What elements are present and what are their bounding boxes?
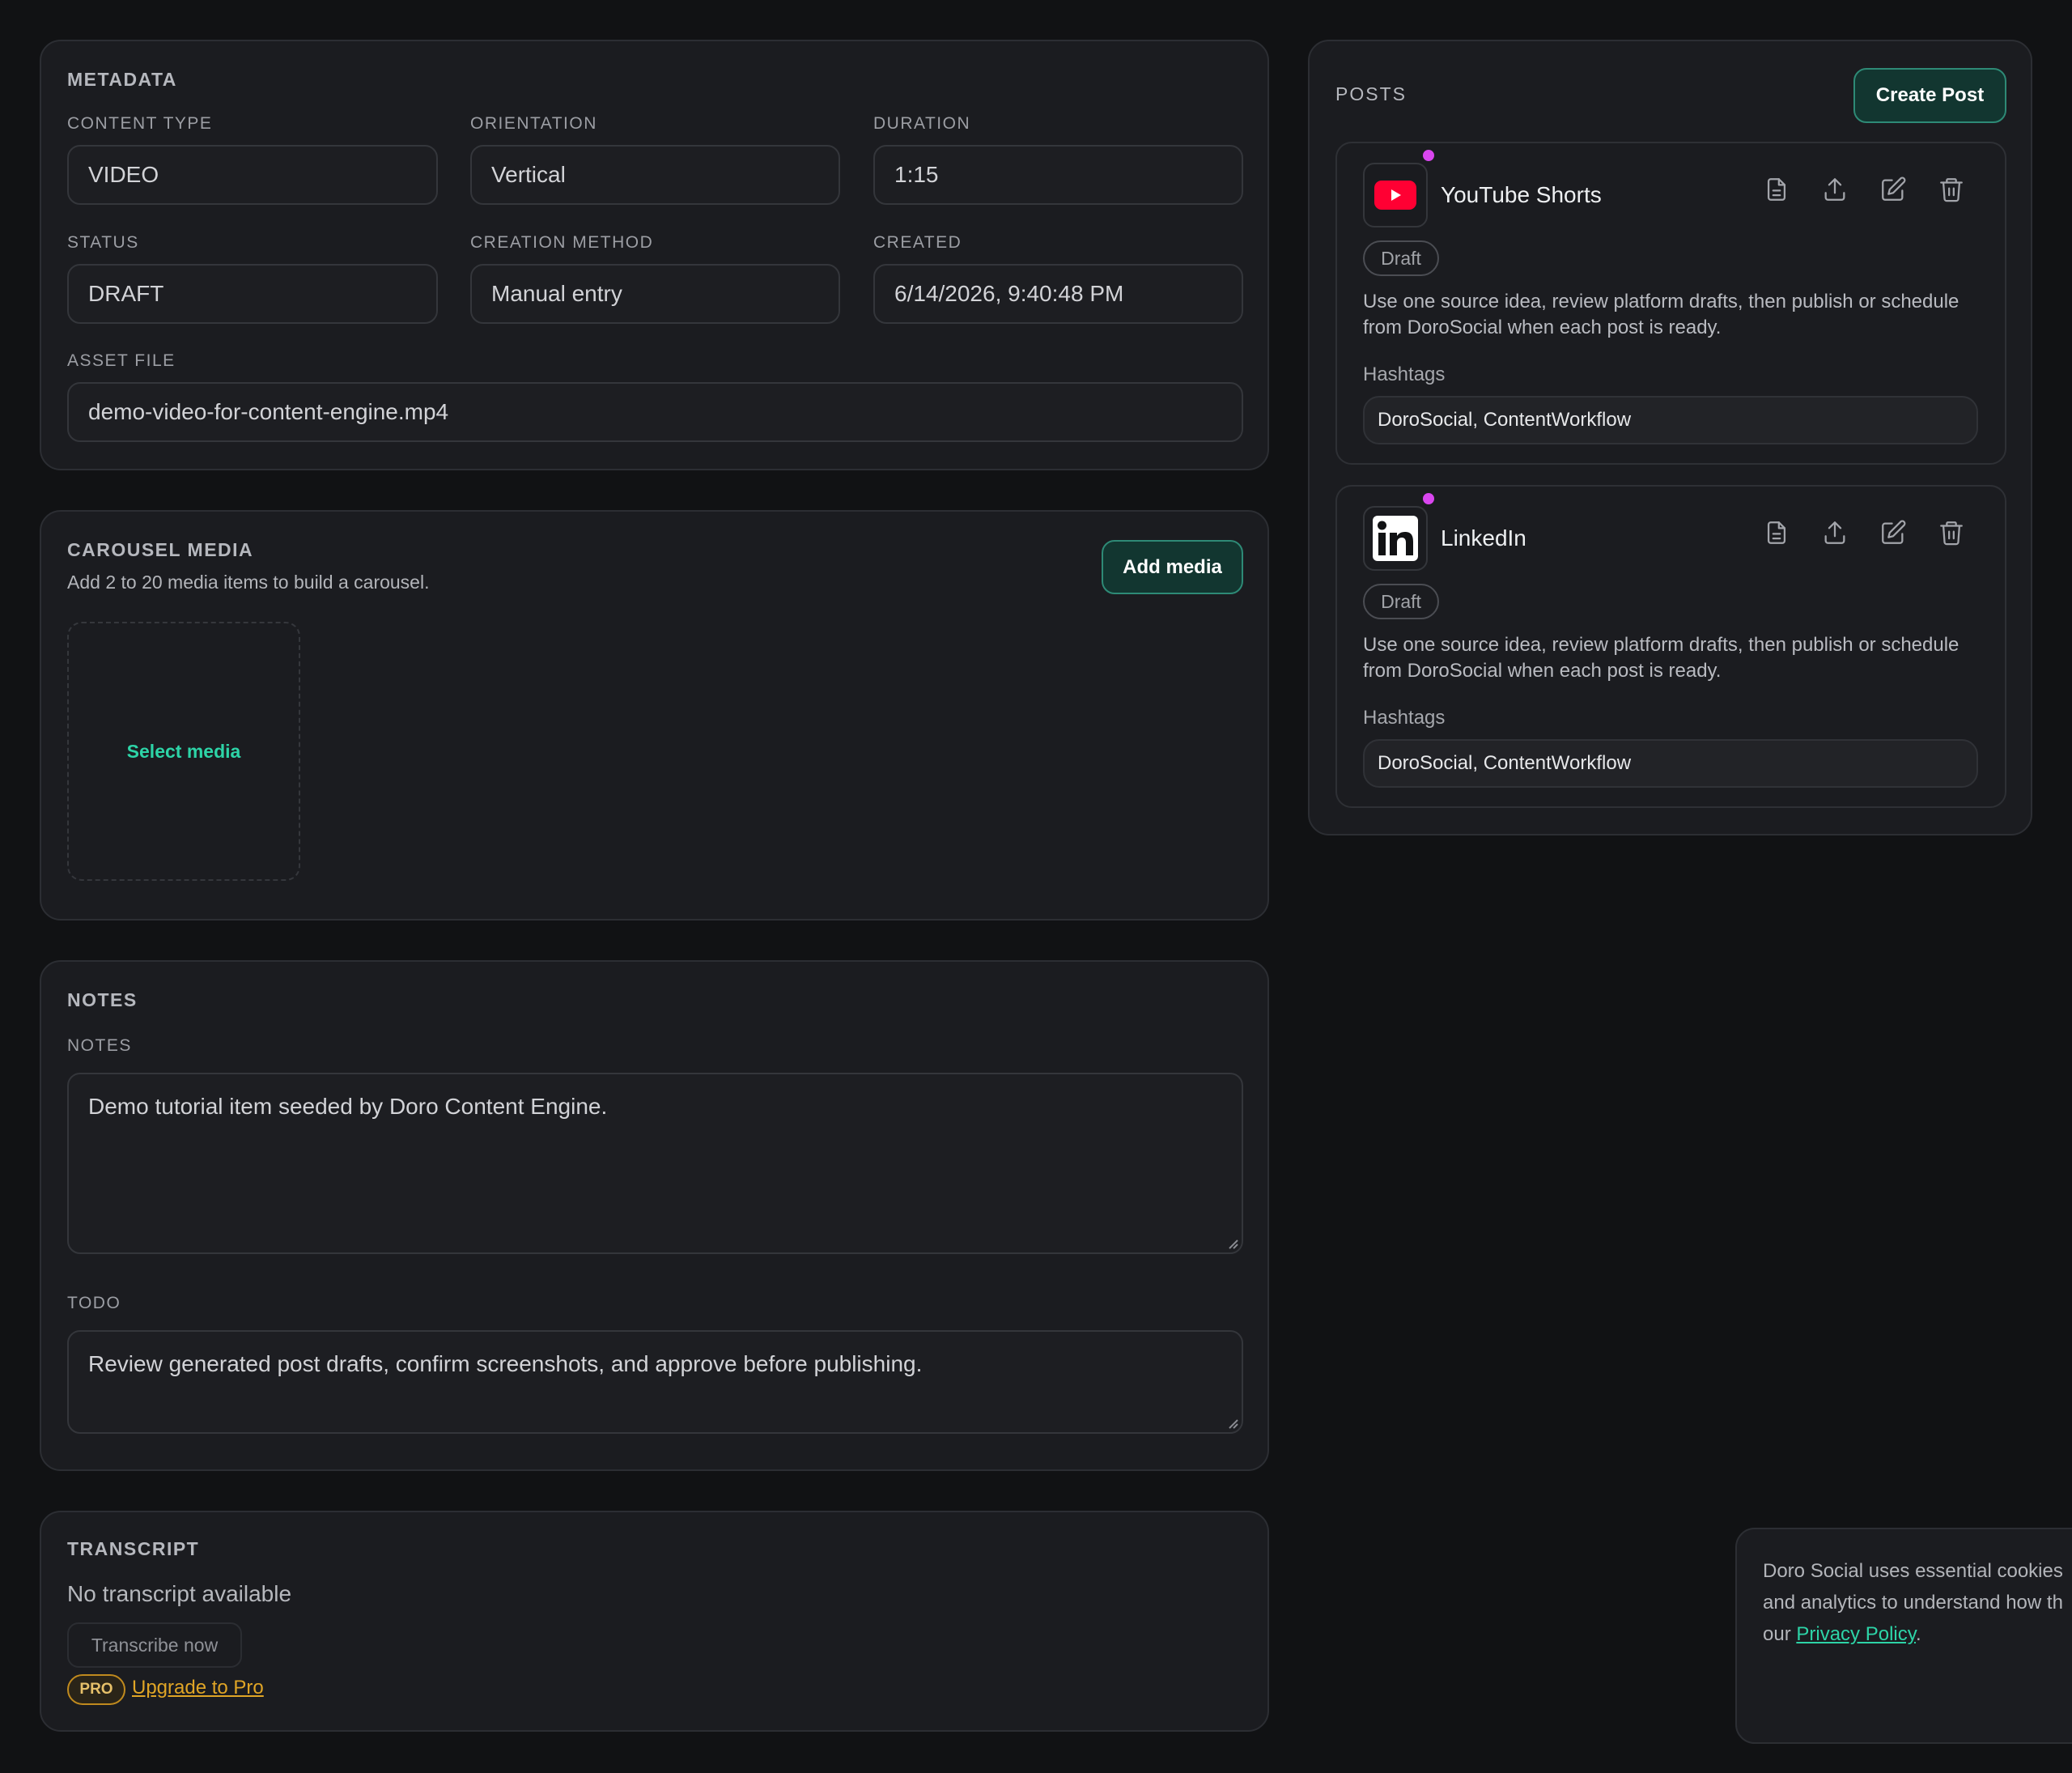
post-description: Use one source idea, review platform dra… [1363,634,1959,682]
status-badge: Draft [1363,584,1439,619]
edit-icon[interactable] [1879,176,1907,203]
todo-text: Review generated post drafts, confirm sc… [88,1351,923,1376]
trash-icon[interactable] [1938,519,1965,546]
edit-icon[interactable] [1879,519,1907,546]
created-label: CREATED [873,233,962,252]
cookie-line-3: our Privacy Policy. [1763,1618,2072,1650]
create-post-button[interactable]: Create Post [1853,68,2006,123]
cookie-banner: Doro Social uses essential cookies and a… [1735,1528,2072,1744]
notes-card: NOTES NOTES Demo tutorial item seeded by… [40,960,1269,1471]
duration-label: DURATION [873,114,971,133]
posts-card: POSTS Create Post YouTube Shorts Draft U… [1308,40,2032,835]
youtube-logo-icon [1363,163,1428,227]
content-type-field[interactable]: VIDEO [67,145,438,205]
content-type-label: CONTENT TYPE [67,114,213,133]
upload-icon[interactable] [1821,519,1849,546]
status-badge: Draft [1363,240,1439,276]
document-icon[interactable] [1763,176,1790,203]
linkedin-logo-icon [1363,506,1428,571]
hashtags-label: Hashtags [1363,364,1446,385]
metadata-card: METADATA CONTENT TYPE VIDEO ORIENTATION … [40,40,1269,470]
upgrade-to-pro-link[interactable]: Upgrade to Pro [132,1677,264,1699]
asset-file-label: ASSET FILE [67,351,176,370]
post-platform-name: YouTube Shorts [1441,182,1602,207]
cookie-line-1: Doro Social uses essential cookies [1763,1560,2063,1582]
add-media-button[interactable]: Add media [1102,540,1243,594]
cookie-text: Doro Social uses essential cookies and a… [1763,1555,2072,1650]
post-card-youtube-shorts[interactable]: YouTube Shorts Draft Use one source idea… [1335,142,2006,465]
orientation-field[interactable]: Vertical [470,145,840,205]
carousel-title: CAROUSEL MEDIA [67,539,254,560]
posts-title: POSTS [1335,83,1407,104]
document-icon[interactable] [1763,519,1790,546]
cookie-line-3-suffix: . [1915,1623,1921,1645]
hashtags-label: Hashtags [1363,707,1446,729]
pro-badge: PRO [67,1674,125,1705]
hashtags-field[interactable]: DoroSocial, ContentWorkflow [1363,739,1978,788]
post-platform-name: LinkedIn [1441,525,1526,551]
privacy-policy-link[interactable]: Privacy Policy [1796,1623,1916,1645]
notes-label: NOTES [67,1036,132,1055]
transcript-card: TRANSCRIPT No transcript available Trans… [40,1511,1269,1732]
post-card-linkedin[interactable]: LinkedIn Draft Use one source idea, revi… [1335,485,2006,808]
carousel-subtitle: Add 2 to 20 media items to build a carou… [67,572,430,593]
status-dot [1421,148,1436,163]
creation-method-field[interactable]: Manual entry [470,264,840,324]
cookie-line-2: and analytics to understand how th [1763,1592,2063,1614]
status-dot [1421,491,1436,506]
creation-method-label: CREATION METHOD [470,233,654,252]
metadata-title: METADATA [67,69,177,90]
carousel-media-card: CAROUSEL MEDIA Add 2 to 20 media items t… [40,510,1269,921]
notes-text: Demo tutorial item seeded by Doro Conten… [88,1094,608,1119]
todo-textarea[interactable]: Review generated post drafts, confirm sc… [67,1330,1243,1434]
transcript-title: TRANSCRIPT [67,1538,200,1559]
resize-grip-icon[interactable] [1227,1238,1238,1249]
orientation-label: ORIENTATION [470,114,597,133]
asset-file-field[interactable]: demo-video-for-content-engine.mp4 [67,382,1243,442]
select-media-tile[interactable]: Select media [67,622,300,881]
status-field[interactable]: DRAFT [67,264,438,324]
transcript-empty-text: No transcript available [67,1581,292,1606]
transcribe-now-button[interactable]: Transcribe now [67,1622,242,1668]
status-label: STATUS [67,233,139,252]
todo-label: TODO [67,1294,121,1312]
post-description: Use one source idea, review platform dra… [1363,291,1959,338]
hashtags-field[interactable]: DoroSocial, ContentWorkflow [1363,396,1978,444]
cookie-line-3-prefix: our [1763,1623,1797,1645]
upload-icon[interactable] [1821,176,1849,203]
duration-field[interactable]: 1:15 [873,145,1243,205]
select-media-label: Select media [126,740,241,762]
trash-icon[interactable] [1938,176,1965,203]
notes-textarea[interactable]: Demo tutorial item seeded by Doro Conten… [67,1073,1243,1254]
created-field[interactable]: 6/14/2026, 9:40:48 PM [873,264,1243,324]
notes-section-title: NOTES [67,989,138,1010]
resize-grip-icon[interactable] [1227,1418,1238,1429]
